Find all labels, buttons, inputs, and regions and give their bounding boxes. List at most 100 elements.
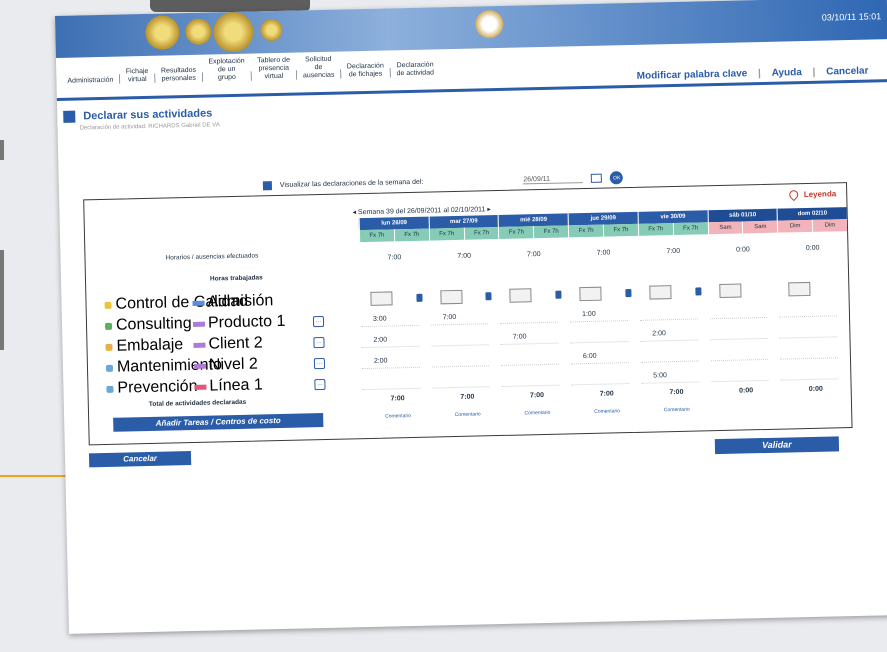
hours-value[interactable] (571, 370, 630, 386)
project-name: Prevención (117, 377, 198, 397)
comment-link[interactable]: Comentario (572, 408, 642, 416)
add-tasks-button[interactable]: Añadir Tareas / Centros de costo (113, 413, 324, 432)
page-title: Declarar sus actividades (63, 107, 212, 123)
comment-link[interactable]: Comentario (503, 409, 573, 417)
help-link[interactable]: Ayuda (772, 67, 802, 79)
worked-hours: 7:00 (666, 247, 681, 256)
hours-value[interactable] (710, 366, 769, 383)
nav-declaracion-fichajes[interactable]: Declaración de fichajes (342, 62, 389, 79)
hours-value[interactable]: 1:00 (569, 307, 628, 323)
shift-group: Fx 7h Fx 7h (568, 223, 639, 238)
task: Producto 1 (192, 313, 286, 333)
worked-hours: 7:00 (387, 254, 402, 262)
hours-input[interactable] (509, 288, 533, 303)
print-icon[interactable] (625, 288, 632, 298)
comment-link[interactable]: Comentario (642, 406, 712, 414)
task: Nivel 2 (193, 355, 258, 374)
nav-explotacion-grupo[interactable]: Explotación de un grupo (203, 58, 250, 83)
edit-icon[interactable]: … (314, 378, 326, 390)
task: Client 2 (193, 334, 263, 354)
nav-tablero-presencia[interactable]: Tablero de presencia virtual (252, 57, 295, 82)
legend-link[interactable]: Leyenda (786, 188, 836, 202)
hours-value[interactable]: 2:00 (361, 332, 420, 349)
hours-input[interactable] (370, 291, 393, 306)
hours-value[interactable] (710, 345, 769, 362)
day-total: 7:00 (460, 393, 475, 401)
project-name: Consulting (115, 314, 192, 334)
hours-value[interactable] (640, 347, 699, 363)
input-cell (360, 290, 430, 308)
hours-value[interactable] (431, 352, 490, 368)
project-icon (104, 322, 113, 330)
hours-value[interactable]: 5:00 (641, 368, 700, 384)
hours-input[interactable] (788, 281, 811, 297)
shift-group: Fx 7h Fx 7h (498, 225, 569, 239)
cancel-button[interactable]: Cancelar (88, 451, 192, 468)
worked-hours: 7:00 (526, 251, 541, 259)
shift-cell: Fx 7h (358, 229, 395, 243)
nav-administracion[interactable]: Administración (62, 77, 118, 86)
activity-row: Control de Calidad Admisión (86, 292, 360, 313)
hours-input[interactable] (579, 286, 602, 302)
edit-icon[interactable]: … (313, 336, 325, 348)
hours-value[interactable] (430, 331, 490, 347)
hours-value[interactable]: 2:00 (361, 353, 420, 370)
week-date-input[interactable]: 26/09/11 (523, 174, 584, 184)
comment-link[interactable]: Comentario (433, 411, 503, 419)
edit-icon[interactable]: … (312, 315, 325, 327)
selector-square-icon (262, 181, 273, 191)
nav-declaracion-actividad[interactable]: Declaración de actividad (391, 61, 439, 78)
hours-value[interactable]: 7:00 (430, 310, 489, 326)
nav-fichaje-virtual[interactable]: Fichaje virtual (121, 68, 154, 85)
main-nav: Administración | Fichaje virtual | Resulta… (62, 53, 439, 86)
shift-cell: Fx 7h (637, 223, 673, 236)
hours-value[interactable] (639, 305, 698, 321)
shift-cell: Fx 7h (672, 222, 708, 236)
hours-value[interactable] (570, 328, 629, 344)
nav-solicitud-ausencias[interactable]: Solicitud de ausencias (297, 56, 339, 81)
shift-cell: Sam (707, 221, 743, 235)
edit-icon[interactable]: … (313, 357, 326, 369)
project: Consulting (104, 314, 192, 335)
cancel-link[interactable]: Cancelar (826, 66, 868, 78)
comment-link[interactable]: Comentario (363, 413, 433, 421)
ok-button[interactable]: OK (610, 171, 624, 185)
hours-input[interactable] (440, 289, 463, 305)
project: Prevención (106, 377, 198, 398)
nav-resultados-personales[interactable]: Resultados personales (156, 67, 201, 84)
project-name: Embalaje (116, 336, 184, 355)
hours-value[interactable] (779, 323, 838, 339)
modify-password-link[interactable]: Modificar palabra clave (637, 68, 748, 82)
calendar-icon[interactable] (591, 173, 603, 183)
hours-value[interactable]: 6:00 (570, 349, 629, 365)
print-icon[interactable] (555, 290, 562, 299)
activity-row: Consulting Producto 1 … (87, 313, 361, 335)
background-mark (0, 140, 4, 160)
hours-value[interactable] (500, 308, 559, 324)
gear-icon (185, 18, 212, 46)
print-icon[interactable] (694, 287, 702, 296)
hours-value[interactable] (709, 324, 768, 341)
schedule-label: Horarios / ausencias efectuados (165, 252, 259, 262)
hours-value[interactable] (431, 373, 490, 389)
hours-input[interactable] (718, 283, 742, 299)
print-icon[interactable] (485, 292, 492, 301)
hours-value[interactable] (362, 374, 421, 391)
hours-value[interactable] (709, 303, 768, 320)
hours-value[interactable]: 7:00 (500, 329, 559, 345)
hours-input[interactable] (649, 285, 672, 300)
hours-value[interactable] (501, 371, 560, 387)
comment-link (781, 403, 851, 411)
hours-value[interactable]: 2:00 (640, 326, 699, 342)
task-name: Admisión (207, 292, 274, 311)
print-icon[interactable] (416, 293, 423, 302)
day-total: 7:00 (529, 392, 545, 400)
hours-value[interactable] (780, 365, 839, 381)
title-square-icon (63, 110, 76, 123)
hours-value[interactable] (779, 344, 838, 360)
validate-button[interactable]: Validar (714, 436, 840, 455)
hours-value[interactable] (501, 350, 560, 366)
hours-value[interactable]: 3:00 (360, 311, 419, 328)
day-total: 7:00 (669, 388, 684, 397)
hours-value[interactable] (779, 302, 838, 318)
